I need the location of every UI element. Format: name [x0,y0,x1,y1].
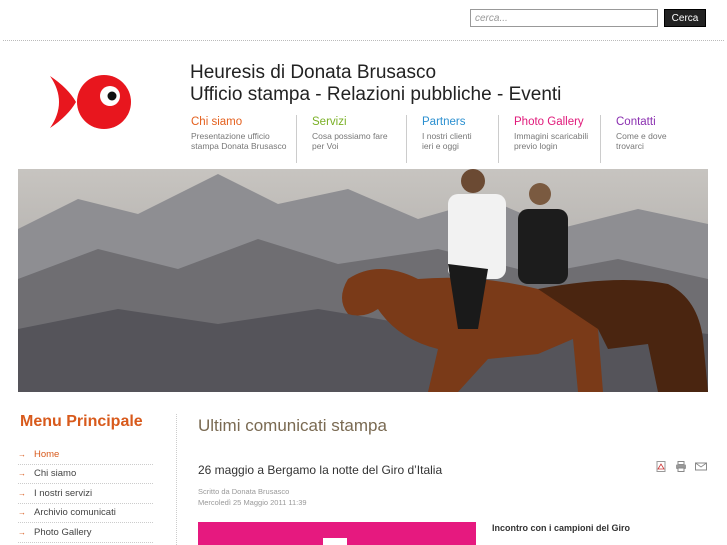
nav-item-servizi[interactable]: Servizi Cosa possiamo fare per Voi [296,115,406,163]
nav-label: Contatti [616,116,656,128]
arrow-right-icon: → [18,488,26,498]
nav-item-partners[interactable]: Partners I nostri clienti ieri e oggi [406,115,498,163]
article-image-detail [323,538,347,545]
arrow-right-icon: → [18,527,26,537]
site-title-name: Heuresis di Donata Brusasco [190,62,437,83]
search-bar: Cerca [470,9,706,27]
arrow-right-icon: → [18,469,26,479]
email-icon[interactable] [695,461,707,472]
article-image [198,522,476,545]
sidebar-item-archivio[interactable]: → Archivio comunicati [18,504,153,523]
nav-label: Servizi [312,116,347,128]
arrow-right-icon: → [18,449,26,459]
article-meta: Scritto da Donata Brusasco Mercoledì 25 … [198,486,307,508]
fish-logo[interactable] [46,72,136,132]
sidebar-item-label: Chi siamo [34,468,77,480]
sidebar-item-servizi[interactable]: → I nostri servizi [18,484,153,504]
nav-desc: I nostri clienti ieri e oggi [422,131,472,151]
article-lead: Incontro con i campioni del Giro [492,523,631,533]
site-title: Heuresis di Donata Brusasco Ufficio stam… [190,62,561,106]
nav-item-chi-siamo[interactable]: Chi siamo Presentazione ufficio stampa Do… [176,115,296,163]
hero-horse-riders-photo [18,169,708,392]
sidebar-item-label: Photo Gallery [34,526,92,538]
nav-desc: Immagini scaricabili previo login [514,131,589,151]
article-tools [655,461,707,472]
sidebar-item-label: Home [34,448,60,460]
column-divider [176,414,177,545]
nav-label: Photo Gallery [514,116,584,128]
sidebar-title: Menu Principale [20,413,143,430]
nav-desc: Cosa possiamo fare per Voi [312,131,388,151]
nav-item-contatti[interactable]: Contatti Come e dove trovarci [600,115,690,163]
search-input[interactable] [470,9,658,27]
header-divider [3,40,724,41]
article-title-link[interactable]: 26 maggio a Bergamo la notte del Giro d’… [198,463,442,477]
site-title-tagline: Ufficio stampa - Relazioni pubbliche - E… [190,84,562,105]
article-date: Mercoledì 25 Maggio 2011 11:39 [198,498,307,507]
search-button[interactable]: Cerca [664,9,706,27]
nav-label: Chi siamo [191,116,243,128]
print-icon[interactable] [675,461,687,472]
sidebar-item-label: Archivio comunicati [34,507,116,519]
arrow-right-icon: → [18,508,26,518]
hero-image [18,169,708,392]
sidebar-item-chi-siamo[interactable]: → Chi siamo [18,465,153,484]
section-title: Ultimi comunicati stampa [198,416,387,435]
article-author: Scritto da Donata Brusasco [198,487,290,496]
sidebar-item-photo-gallery[interactable]: → Photo Gallery [18,523,153,543]
nav-label: Partners [422,116,466,128]
nav-desc: Presentazione ufficio stampa Donata Brusa… [191,131,287,151]
sidebar-item-label: I nostri servizi [34,487,93,499]
pdf-icon[interactable] [655,461,667,472]
nav-item-photo-gallery[interactable]: Photo Gallery Immagini scaricabili previo… [498,115,600,163]
sidebar-menu: → Home → Chi siamo → I nostri servizi → … [18,445,153,543]
nav-desc: Come e dove trovarci [616,131,667,151]
main-nav: Chi siamo Presentazione ufficio stampa Do… [176,115,690,163]
sidebar-item-home[interactable]: → Home [18,445,153,465]
